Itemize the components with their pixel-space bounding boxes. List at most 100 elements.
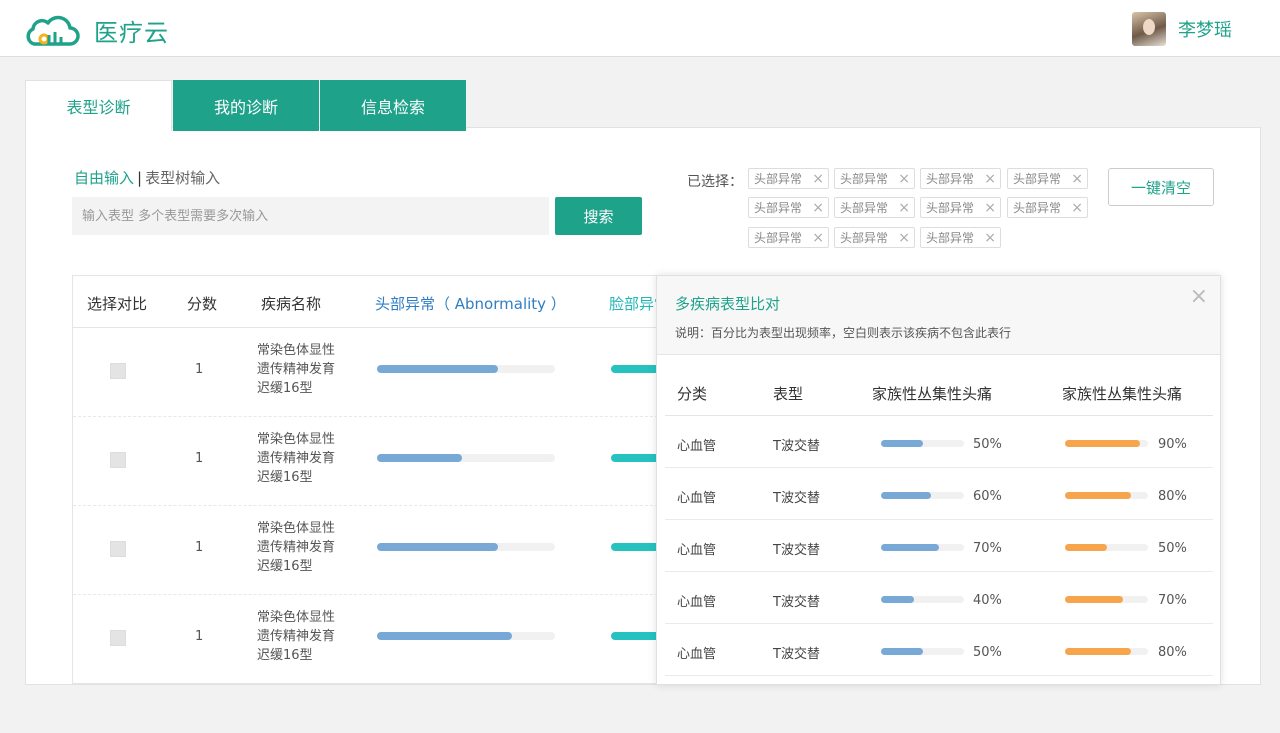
- tab-bar: 表型诊断 我的诊断 信息检索: [25, 80, 466, 131]
- comparison-row: 心血管 T波交替 50% 80%: [665, 624, 1213, 676]
- frequency-fill: [1065, 440, 1140, 447]
- chip-label: 头部异常: [840, 172, 889, 186]
- disease-name-line: 遗传精神发育: [257, 629, 336, 644]
- frequency-bar: [377, 543, 555, 551]
- comparison-popup: 多疾病表型比对 说明：百分比为表型出现频率，空白则表示该疾病不包含此表行 × 分…: [656, 275, 1221, 685]
- selected-chip: 头部异常 ×: [748, 168, 829, 189]
- clear-all-button[interactable]: 一键清空: [1108, 168, 1214, 206]
- percent-value: 80%: [1158, 645, 1187, 660]
- category-cell: 心血管: [677, 491, 717, 506]
- popup-title: 多疾病表型比对: [675, 295, 781, 313]
- chip-label: 头部异常: [1013, 172, 1062, 186]
- frequency-fill: [881, 544, 940, 551]
- percent-value: 70%: [1158, 593, 1187, 608]
- tree-input-link[interactable]: 表型树输入: [145, 169, 220, 187]
- phenotype-cell: T波交替: [773, 543, 820, 558]
- disease-name[interactable]: 常染色体显性 遗传精神发育 迟缓16型: [257, 430, 341, 487]
- close-icon[interactable]: ×: [984, 171, 996, 187]
- category-cell: 心血管: [677, 595, 717, 610]
- free-input-link[interactable]: 自由输入: [74, 169, 134, 187]
- frequency-bar: [377, 365, 555, 373]
- phenotype-cell: T波交替: [773, 439, 820, 454]
- search-button[interactable]: 搜索: [555, 197, 642, 235]
- popup-note: 说明：百分比为表型出现频率，空白则表示该疾病不包含此表行: [675, 326, 1012, 340]
- percent-value: 50%: [973, 645, 1002, 660]
- frequency-bar-disease-2: [1065, 544, 1148, 551]
- avatar[interactable]: [1132, 12, 1166, 46]
- table-row: 1 常染色体显性 遗传精神发育 迟缓16型: [73, 417, 672, 506]
- header-category: 分类: [677, 385, 708, 403]
- disease-name-line: 遗传精神发育: [257, 362, 336, 377]
- frequency-fill: [881, 492, 931, 499]
- phenotype-search-input[interactable]: [72, 197, 549, 235]
- tab-my-diagnosis[interactable]: 我的诊断: [173, 80, 319, 131]
- frequency-bar-disease-2: [1065, 440, 1148, 447]
- compare-checkbox[interactable]: [110, 363, 126, 379]
- frequency-bar-disease-2: [1065, 596, 1148, 603]
- close-icon[interactable]: ×: [984, 200, 996, 216]
- chip-label: 头部异常: [840, 201, 889, 215]
- close-icon[interactable]: ×: [898, 171, 910, 187]
- percent-value: 60%: [973, 489, 1002, 504]
- table-row: 1 常染色体显性 遗传精神发育 迟缓16型: [73, 506, 672, 595]
- disease-name-line: 迟缓16型: [257, 381, 313, 396]
- popup-header: 多疾病表型比对 说明：百分比为表型出现频率，空白则表示该疾病不包含此表行 ×: [657, 276, 1220, 355]
- chip-label: 头部异常: [840, 231, 889, 245]
- compare-checkbox[interactable]: [110, 452, 126, 468]
- compare-checkbox[interactable]: [110, 541, 126, 557]
- percent-value: 70%: [973, 541, 1002, 556]
- close-icon[interactable]: ×: [812, 171, 824, 187]
- frequency-bar-disease-1: [881, 492, 964, 499]
- disease-name[interactable]: 常染色体显性 遗传精神发育 迟缓16型: [257, 519, 341, 576]
- tab-info-search[interactable]: 信息检索: [320, 80, 466, 131]
- frequency-bar-disease-1: [881, 648, 964, 655]
- cloud-icon: [26, 15, 80, 46]
- user-menu[interactable]: 李梦瑶: [1132, 12, 1232, 46]
- chip-label: 头部异常: [926, 201, 975, 215]
- close-icon[interactable]: ×: [984, 230, 996, 246]
- disease-name[interactable]: 常染色体显性 遗传精神发育 迟缓16型: [257, 341, 341, 398]
- percent-value: 50%: [1158, 541, 1187, 556]
- chip-label: 头部异常: [754, 172, 803, 186]
- compare-checkbox[interactable]: [110, 630, 126, 646]
- close-icon[interactable]: ×: [898, 200, 910, 216]
- comparison-row: 心血管 T波交替 50% 90%: [665, 416, 1213, 468]
- frequency-bar-disease-1: [881, 596, 964, 603]
- frequency-fill: [881, 648, 923, 655]
- score-cell: 1: [195, 540, 204, 555]
- frequency-bar-disease-2: [1065, 492, 1148, 499]
- close-icon[interactable]: ×: [898, 230, 910, 246]
- header-phenotype: 表型: [773, 385, 804, 403]
- disease-name-line: 常染色体显性: [257, 610, 336, 625]
- close-icon[interactable]: ×: [1190, 284, 1208, 309]
- selected-chip: 头部异常 ×: [748, 227, 829, 248]
- chip-label: 头部异常: [926, 172, 975, 186]
- tab-phenotype-diagnosis[interactable]: 表型诊断: [25, 80, 172, 131]
- close-icon[interactable]: ×: [812, 230, 824, 246]
- disease-name-line: 迟缓16型: [257, 470, 313, 485]
- selected-chip: 头部异常 ×: [1007, 168, 1088, 189]
- category-cell: 心血管: [677, 543, 717, 558]
- close-icon[interactable]: ×: [812, 200, 824, 216]
- header-phenotype-1[interactable]: 头部异常（ Abnormality ）: [375, 293, 566, 314]
- disease-name-line: 遗传精神发育: [257, 540, 336, 555]
- frequency-bar-fill: [377, 454, 463, 462]
- category-cell: 心血管: [677, 647, 717, 662]
- category-cell: 心血管: [677, 439, 717, 454]
- frequency-fill: [1065, 492, 1132, 499]
- logo[interactable]: 医疗云: [24, 13, 169, 48]
- frequency-bar-disease-2: [1065, 648, 1148, 655]
- disease-name[interactable]: 常染色体显性 遗传精神发育 迟缓16型: [257, 608, 341, 665]
- table-row: 1 常染色体显性 遗传精神发育 迟缓16型: [73, 595, 672, 683]
- header-select: 选择对比: [87, 295, 148, 313]
- header-score[interactable]: 分数: [187, 293, 217, 314]
- comparison-row: 心血管 T波交替 70% 50%: [665, 520, 1213, 572]
- score-cell: 1: [195, 629, 204, 644]
- disease-name-line: 常染色体显性: [257, 521, 336, 536]
- close-icon[interactable]: ×: [1071, 171, 1083, 187]
- user-name[interactable]: 李梦瑶: [1178, 16, 1232, 42]
- frequency-fill: [1065, 544, 1107, 551]
- close-icon[interactable]: ×: [1071, 200, 1083, 216]
- percent-value: 80%: [1158, 489, 1187, 504]
- frequency-bar-fill: [377, 632, 513, 640]
